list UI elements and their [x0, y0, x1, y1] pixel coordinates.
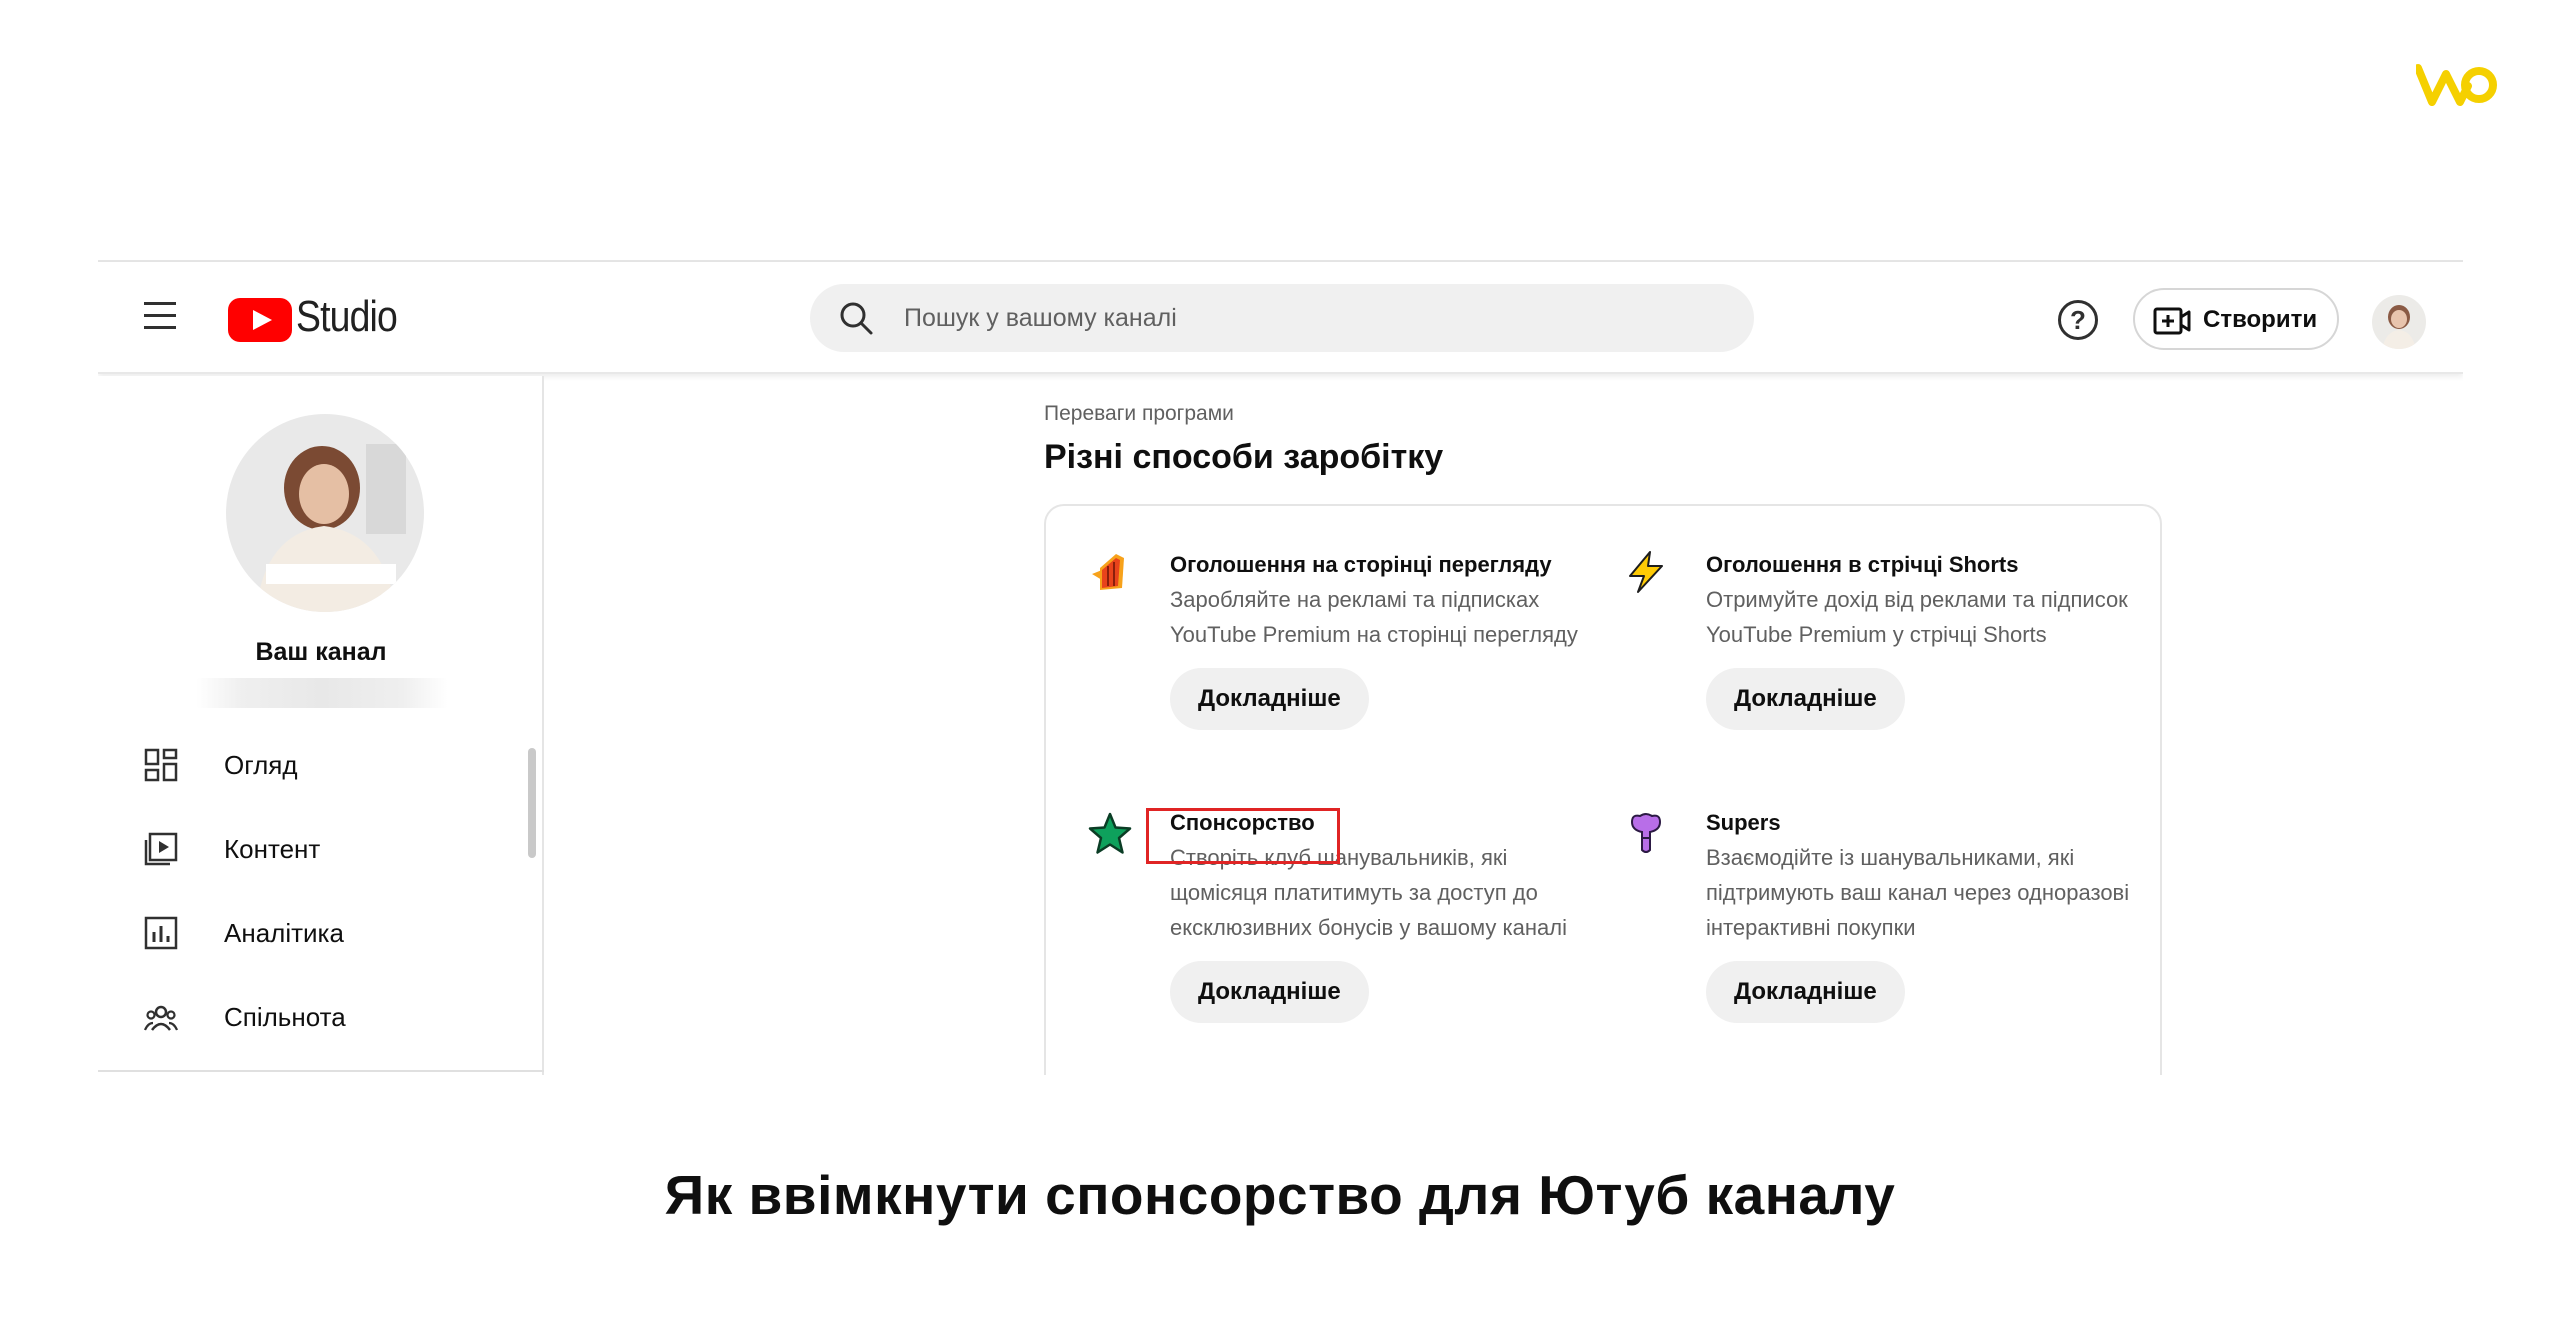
feature-title: Supers — [1706, 810, 1781, 835]
wo-logo-icon — [2416, 64, 2497, 106]
feature-description: Взаємодійте із шанувальниками, які підтр… — [1706, 845, 2130, 940]
feature-watch-page-ads: Оголошення на сторінці перегляду Заробля… — [1092, 548, 1610, 730]
supers-icon — [1630, 813, 1662, 853]
star-icon — [1088, 812, 1132, 854]
help-icon[interactable]: ? — [2058, 300, 2098, 340]
article-caption: Як ввімкнути спонсорство для Ютуб каналу — [664, 1164, 1896, 1226]
sidebar-item-label: Аналітика — [224, 918, 344, 948]
sidebar-item-label: Контент — [224, 834, 321, 864]
search-icon[interactable] — [838, 300, 874, 336]
channel-name: Ваш канал — [255, 638, 387, 666]
account-avatar[interactable] — [2372, 295, 2426, 349]
shorts-ads-icon — [1629, 551, 1663, 593]
content-icon — [144, 832, 178, 866]
studio-screenshot: Studio ? Створити — [98, 260, 2463, 1075]
sidebar-item-analytics[interactable]: Аналітика — [98, 902, 528, 962]
feature-description: Отримуйте дохід від реклами та підписок … — [1706, 587, 2128, 647]
learn-more-button[interactable]: Докладніше — [1706, 961, 1905, 1023]
monetization-card: Оголошення на сторінці перегляду Заробля… — [1044, 504, 2162, 1075]
feature-title: Оголошення на сторінці перегляду — [1170, 552, 1552, 577]
highlight-frame — [1146, 808, 1340, 864]
learn-more-button[interactable]: Докладніше — [1170, 961, 1369, 1023]
create-button-label: Створити — [2203, 306, 2318, 333]
create-button[interactable]: Створити — [2133, 288, 2339, 350]
feature-shorts-ads: Оголошення в стрічці Shorts Отримуйте до… — [1629, 548, 2146, 730]
sidebar-item-community[interactable]: Спільнота — [98, 986, 528, 1046]
sidebar-item-content[interactable]: Контент — [98, 818, 528, 878]
watch-page-ads-icon — [1092, 554, 1124, 590]
community-icon — [144, 1005, 178, 1031]
divider — [98, 1070, 544, 1072]
avatar-image — [2372, 295, 2426, 349]
sidebar-item-label: Спільнота — [224, 1002, 346, 1032]
main-content: Переваги програми Різні способи заробітк… — [546, 376, 2463, 1075]
top-bar: Studio ? Створити — [98, 262, 2463, 374]
sidebar-item-overview[interactable]: Огляд — [98, 734, 528, 794]
sidebar-scrollbar[interactable] — [528, 748, 536, 858]
channel-avatar[interactable] — [226, 414, 424, 612]
sidebar-item-label: Огляд — [224, 750, 298, 780]
dashboard-icon — [144, 748, 178, 782]
channel-handle-blurred — [196, 678, 448, 708]
feature-supers: Supers Взаємодійте із шанувальниками, як… — [1630, 806, 2146, 1023]
search-bar[interactable] — [810, 284, 1754, 352]
learn-more-button[interactable]: Докладніше — [1706, 668, 1905, 730]
section-kicker: Переваги програми — [1044, 402, 1234, 425]
sidebar: Ваш канал Огляд Контент Аналітика Спільн… — [98, 376, 544, 1075]
channel-avatar-image — [226, 414, 424, 612]
search-input[interactable] — [904, 284, 1724, 352]
feature-title: Оголошення в стрічці Shorts — [1706, 552, 2019, 577]
learn-more-button[interactable]: Докладніше — [1170, 668, 1369, 730]
video-add-icon — [2153, 307, 2191, 335]
analytics-icon — [144, 916, 178, 950]
section-title: Різні способи заробітку — [1044, 438, 1444, 476]
studio-logo-text[interactable]: Studio — [296, 292, 398, 342]
feature-description: Заробляйте на рекламі та підписках YouTu… — [1170, 587, 1578, 647]
hamburger-icon[interactable] — [144, 302, 178, 332]
youtube-logo-icon[interactable] — [228, 298, 292, 342]
